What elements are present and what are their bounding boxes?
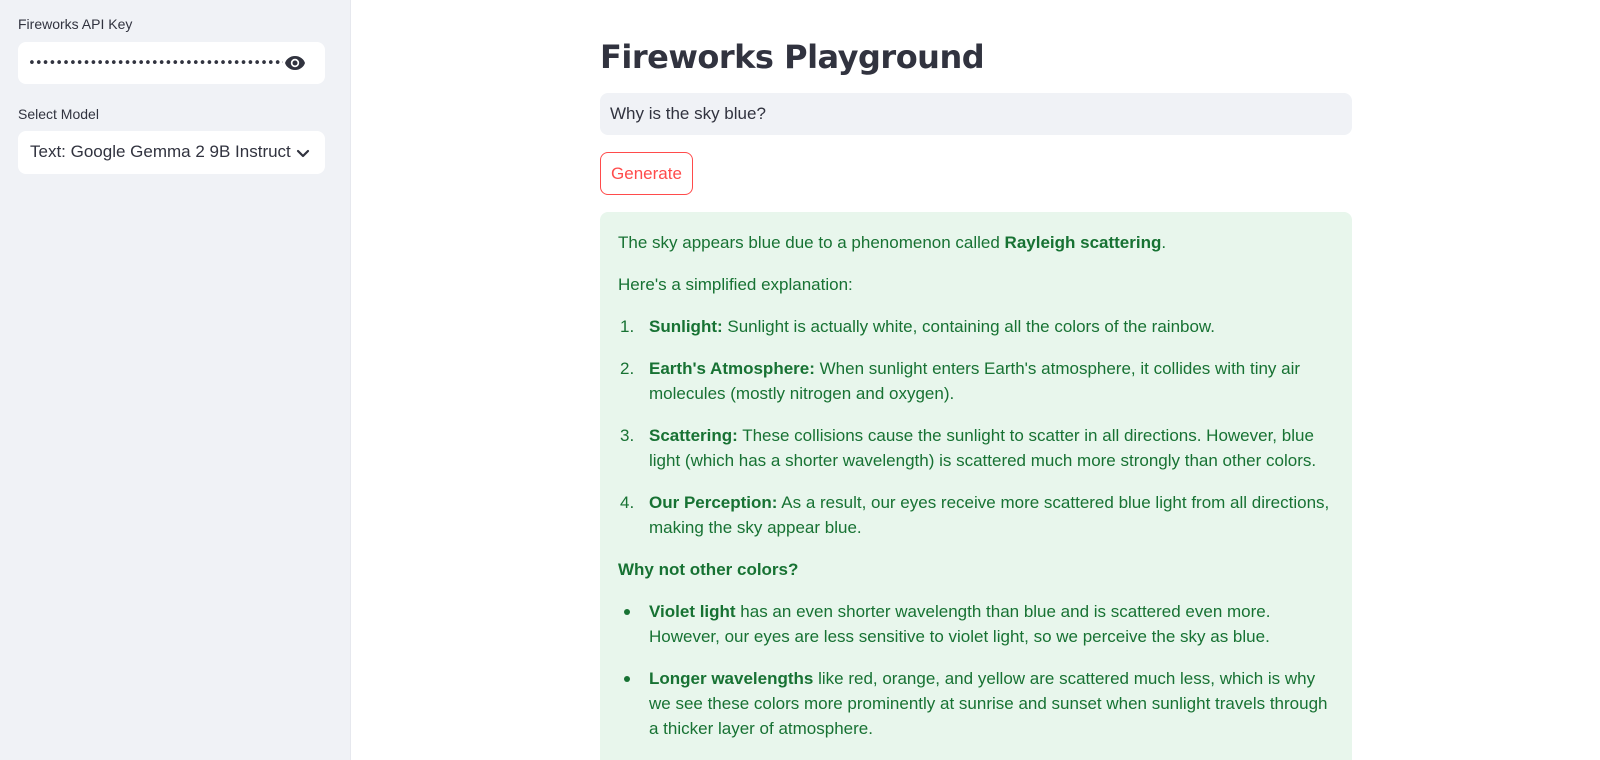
item-text: Sunlight is actually white, containing a… bbox=[722, 317, 1215, 336]
api-key-label: Fireworks API Key bbox=[18, 16, 133, 32]
list-number: 2. bbox=[620, 359, 635, 378]
prompt-input[interactable] bbox=[610, 101, 1340, 127]
item-bold: Scattering: bbox=[649, 426, 738, 445]
chevron-down-icon bbox=[295, 145, 311, 161]
item-bold: Earth's Atmosphere: bbox=[649, 359, 815, 378]
eye-icon[interactable] bbox=[283, 53, 307, 73]
why-heading-text: Why not other colors? bbox=[618, 560, 799, 579]
response-intro: The sky appears blue due to a phenomenon… bbox=[618, 230, 1334, 255]
list-item: Violet light has an even shorter wavelen… bbox=[618, 599, 1334, 649]
api-key-input[interactable] bbox=[28, 50, 283, 76]
list-item: 2. Earth's Atmosphere: When sunlight ente… bbox=[618, 356, 1334, 406]
prompt-field[interactable] bbox=[600, 93, 1352, 135]
list-number: 3. bbox=[620, 426, 635, 445]
model-label: Select Model bbox=[18, 106, 99, 122]
item-bold: Our Perception: bbox=[649, 493, 778, 512]
list-item: 1. Sunlight: Sunlight is actually white, … bbox=[618, 314, 1334, 339]
bullet-icon bbox=[624, 609, 630, 615]
generate-button[interactable]: Generate bbox=[600, 152, 693, 195]
bullets-list: Violet light has an even shorter wavelen… bbox=[618, 599, 1334, 741]
page-title: Fireworks Playground bbox=[600, 38, 985, 76]
steps-list: 1. Sunlight: Sunlight is actually white, … bbox=[618, 314, 1334, 540]
item-bold: Sunlight: bbox=[649, 317, 723, 336]
bullet-icon bbox=[624, 676, 630, 682]
item-text: These collisions cause the sunlight to s… bbox=[649, 426, 1317, 470]
item-text: has an even shorter wavelength than blue… bbox=[649, 602, 1271, 646]
sidebar: Fireworks API Key Select Model Text: Goo… bbox=[0, 0, 351, 760]
response-panel: The sky appears blue due to a phenomenon… bbox=[600, 212, 1352, 760]
intro-end: . bbox=[1161, 233, 1167, 252]
item-bold: Longer wavelengths bbox=[649, 669, 814, 688]
intro-bold: Rayleigh scattering bbox=[1004, 233, 1162, 252]
why-heading: Why not other colors? bbox=[618, 557, 1334, 582]
list-item: Longer wavelengths like red, orange, and… bbox=[618, 666, 1334, 741]
list-number: 4. bbox=[620, 493, 635, 512]
list-number: 1. bbox=[620, 317, 635, 336]
model-select-value: Text: Google Gemma 2 9B Instruct bbox=[30, 142, 291, 161]
intro-text: The sky appears blue due to a phenomenon… bbox=[618, 233, 1005, 252]
model-select[interactable]: Text: Google Gemma 2 9B Instruct bbox=[18, 131, 325, 174]
api-key-field[interactable] bbox=[18, 42, 325, 84]
list-item: 4. Our Perception: As a result, our eyes … bbox=[618, 490, 1334, 540]
list-item: 3. Scattering: These collisions cause the… bbox=[618, 423, 1334, 473]
response-explain: Here's a simplified explanation: bbox=[618, 275, 853, 294]
item-bold: Violet light bbox=[649, 602, 736, 621]
